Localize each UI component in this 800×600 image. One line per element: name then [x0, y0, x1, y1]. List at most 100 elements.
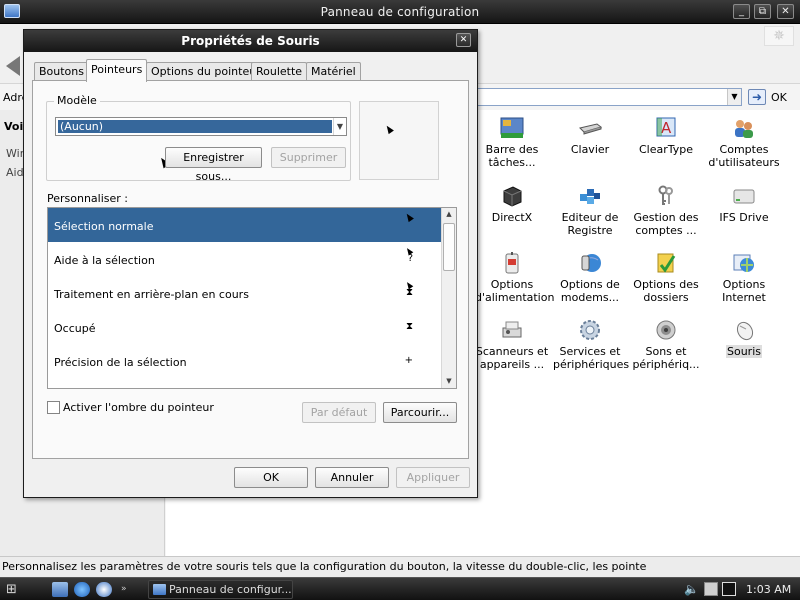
- cp-item-directx[interactable]: DirectX: [474, 184, 550, 246]
- cp-item-label: Editeur de Registre: [561, 211, 619, 237]
- cp-item-registry-editor[interactable]: Editeur de Registre: [552, 184, 628, 246]
- desktop-icon[interactable]: [52, 582, 68, 597]
- cp-item-scanners-cameras[interactable]: Scanneurs et appareils ...: [474, 318, 550, 380]
- help-cursor-glyph: ?: [407, 253, 413, 264]
- cursor-row-label: Précision de la sélection: [54, 356, 187, 369]
- media-player-icon[interactable]: [96, 582, 112, 597]
- registry-editor-icon: [580, 189, 600, 204]
- dialog-close-button[interactable]: ✕: [456, 33, 471, 47]
- main-titlebar: Panneau de configuration _ ⧉ ✕: [0, 0, 800, 24]
- start-button[interactable]: ⊞: [6, 582, 34, 597]
- normal-select-cursor-icon: [404, 211, 414, 223]
- taskbar-icon: [500, 117, 524, 138]
- task-pane-title: Voi: [4, 120, 24, 133]
- status-bar: Personnalisez les paramètres de votre so…: [0, 556, 800, 577]
- chevron-down-icon[interactable]: ▼: [727, 89, 741, 105]
- taskbar-item-label: Panneau de configur...: [169, 583, 292, 596]
- list-item[interactable]: Occupé ⧗: [48, 310, 441, 344]
- chevron-down-icon[interactable]: ▼: [333, 118, 346, 135]
- cursor-row-label: Occupé: [54, 322, 96, 335]
- list-item[interactable]: Précision de la sélection +: [48, 344, 441, 378]
- list-item[interactable]: Aide à la sélection ?: [48, 242, 441, 276]
- pointer-shadow-checkbox[interactable]: [47, 401, 60, 414]
- taskbar-item-control-panel[interactable]: Panneau de configur...: [148, 580, 293, 599]
- tab-hardware[interactable]: Matériel: [306, 62, 361, 81]
- cp-item-sounds-devices[interactable]: Sons et périphériq...: [628, 318, 704, 380]
- cursor-row-label: Traitement en arrière-plan en cours: [54, 288, 249, 301]
- cp-item-phone-modem[interactable]: Options de modems...: [552, 251, 628, 313]
- cleartype-icon: A: [656, 117, 676, 137]
- volume-icon[interactable]: 🔈: [684, 582, 699, 596]
- user-accounts-icon: [735, 120, 753, 138]
- ok-button[interactable]: OK: [234, 467, 308, 488]
- tab-pointer-options[interactable]: Options du pointeur: [146, 62, 266, 81]
- browse-button[interactable]: Parcourir...: [383, 402, 457, 423]
- cp-item-power-options[interactable]: Options d'alimentation: [474, 251, 555, 313]
- list-item[interactable]: Traitement en arrière-plan en cours ⧗: [48, 276, 441, 310]
- cp-item-mouse[interactable]: Souris: [706, 318, 782, 380]
- pointer-shadow-label: Activer l'ombre du pointeur: [63, 401, 214, 414]
- cp-item-label: Clavier: [570, 143, 610, 156]
- cp-item-folder-options[interactable]: Options des dossiers: [628, 251, 704, 313]
- taskbar: ⊞ » Panneau de configur... 🔈 1:03 AM: [0, 577, 800, 600]
- cp-item-ifs-drive[interactable]: IFS Drive: [706, 184, 782, 246]
- scroll-down-arrow-icon[interactable]: ▼: [442, 375, 456, 388]
- close-button[interactable]: ✕: [777, 4, 794, 19]
- address-input[interactable]: ▼: [476, 88, 742, 106]
- cp-item-internet-options[interactable]: Options Internet: [706, 251, 782, 313]
- tray-app-icon[interactable]: [722, 582, 736, 596]
- cursor-list-scrollbar[interactable]: ▲ ▼: [441, 208, 456, 388]
- cp-item-label: ClearType: [638, 143, 694, 156]
- tab-wheel[interactable]: Roulette: [251, 62, 308, 81]
- minimize-button[interactable]: _: [733, 4, 750, 19]
- internet-options-icon: [733, 254, 754, 272]
- scheme-select[interactable]: (Aucun) ▼: [55, 117, 347, 136]
- speaker-icon: [656, 320, 676, 340]
- cp-item-taskbar[interactable]: Barre des tâches...: [474, 116, 550, 178]
- cp-item-label: Services et périphériques: [553, 345, 630, 371]
- cp-item-label: Scanneurs et appareils ...: [475, 345, 549, 371]
- cp-item-label: DirectX: [491, 211, 533, 224]
- cp-item-label: Options d'alimentation: [475, 278, 555, 304]
- cp-item-label: Souris: [726, 345, 762, 358]
- cp-item-label: Gestion des comptes ...: [633, 211, 699, 237]
- scroll-up-arrow-icon[interactable]: ▲: [442, 208, 456, 221]
- scrollbar-thumb[interactable]: [443, 223, 455, 271]
- delete-button[interactable]: Supprimer: [271, 147, 346, 168]
- cp-item-label: Barre des tâches...: [485, 143, 539, 169]
- cursor-list[interactable]: Sélection normale Aide à la sélection ? …: [47, 207, 457, 389]
- hourglass-glyph: ⧗: [405, 287, 413, 298]
- throbber-icon: ✵: [764, 26, 794, 46]
- busy-hourglass-icon: ⧗: [405, 321, 413, 332]
- tab-buttons[interactable]: Boutons: [34, 62, 89, 81]
- save-as-button[interactable]: Enregistrer sous...: [165, 147, 262, 183]
- window-title: Panneau de configuration: [320, 5, 480, 19]
- list-item[interactable]: Sélection normale: [48, 208, 441, 242]
- cp-item-services-devices[interactable]: Services et périphériques: [552, 318, 630, 380]
- cp-item-user-accounts[interactable]: Comptes d'utilisateurs: [706, 116, 782, 178]
- cp-item-label: Comptes d'utilisateurs: [708, 143, 780, 169]
- back-arrow-icon[interactable]: [6, 56, 20, 76]
- folder-options-icon: [657, 253, 676, 273]
- default-button[interactable]: Par défaut: [302, 402, 376, 423]
- cp-item-label: Options de modems...: [560, 278, 620, 304]
- tab-pointers[interactable]: Pointeurs: [86, 59, 148, 82]
- internet-explorer-icon[interactable]: [74, 582, 90, 597]
- cp-item-cleartype[interactable]: A ClearType: [628, 116, 704, 178]
- mouse-icon: [736, 321, 754, 341]
- power-options-icon: [505, 252, 519, 274]
- cancel-button[interactable]: Annuler: [315, 467, 389, 488]
- dialog-titlebar: Propriétés de Souris ✕: [24, 30, 477, 52]
- chevron-double-icon[interactable]: »: [121, 582, 131, 597]
- cp-item-stored-credentials[interactable]: Gestion des comptes ...: [628, 184, 704, 246]
- go-arrow-icon[interactable]: ➜: [748, 89, 766, 105]
- go-button[interactable]: OK: [771, 91, 787, 104]
- phone-modem-icon: [581, 254, 601, 272]
- cp-item-label: IFS Drive: [719, 211, 769, 224]
- crosshair-icon: +: [404, 355, 413, 366]
- apply-button[interactable]: Appliquer: [396, 467, 470, 488]
- cp-item-keyboard[interactable]: Clavier: [552, 116, 628, 178]
- network-icon[interactable]: [704, 582, 718, 596]
- maximize-button[interactable]: ⧉: [754, 4, 771, 19]
- keys-icon: [658, 185, 673, 205]
